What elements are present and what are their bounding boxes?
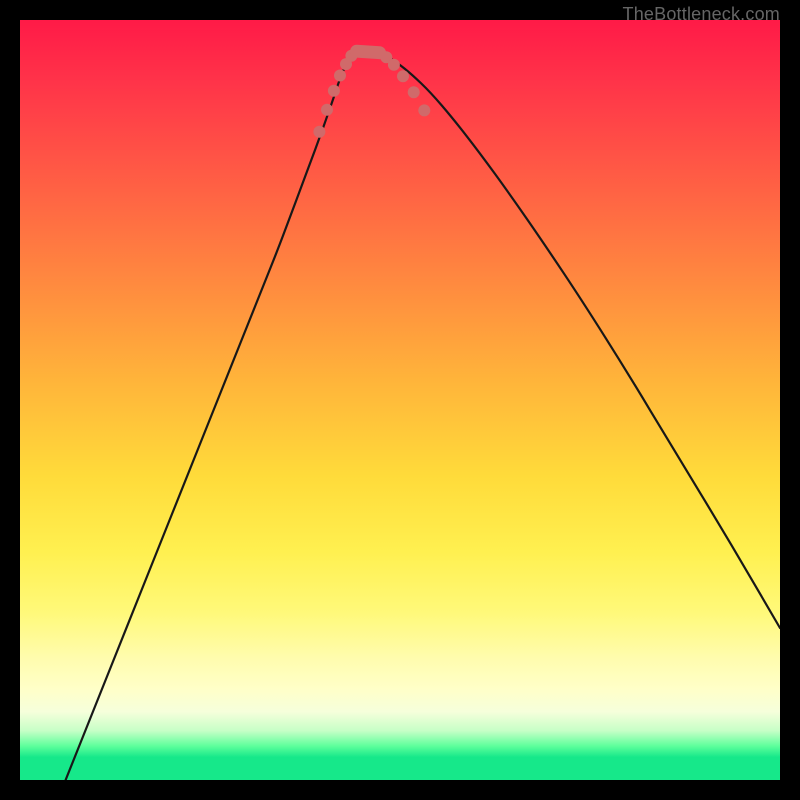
marker-dot — [418, 104, 430, 116]
marker-dot — [334, 70, 346, 82]
marker-dot — [397, 70, 409, 82]
chart-container: TheBottleneck.com — [0, 0, 800, 800]
marker-group — [313, 50, 430, 138]
marker-dot — [328, 85, 340, 97]
chart-svg — [20, 20, 780, 780]
marker-dot — [408, 86, 420, 98]
marker-dot — [313, 126, 325, 138]
marker-dot — [388, 59, 400, 71]
marker-dot — [321, 104, 333, 116]
marker-pill — [357, 51, 380, 53]
plot-area — [20, 20, 780, 780]
bottleneck-curve — [66, 50, 780, 780]
